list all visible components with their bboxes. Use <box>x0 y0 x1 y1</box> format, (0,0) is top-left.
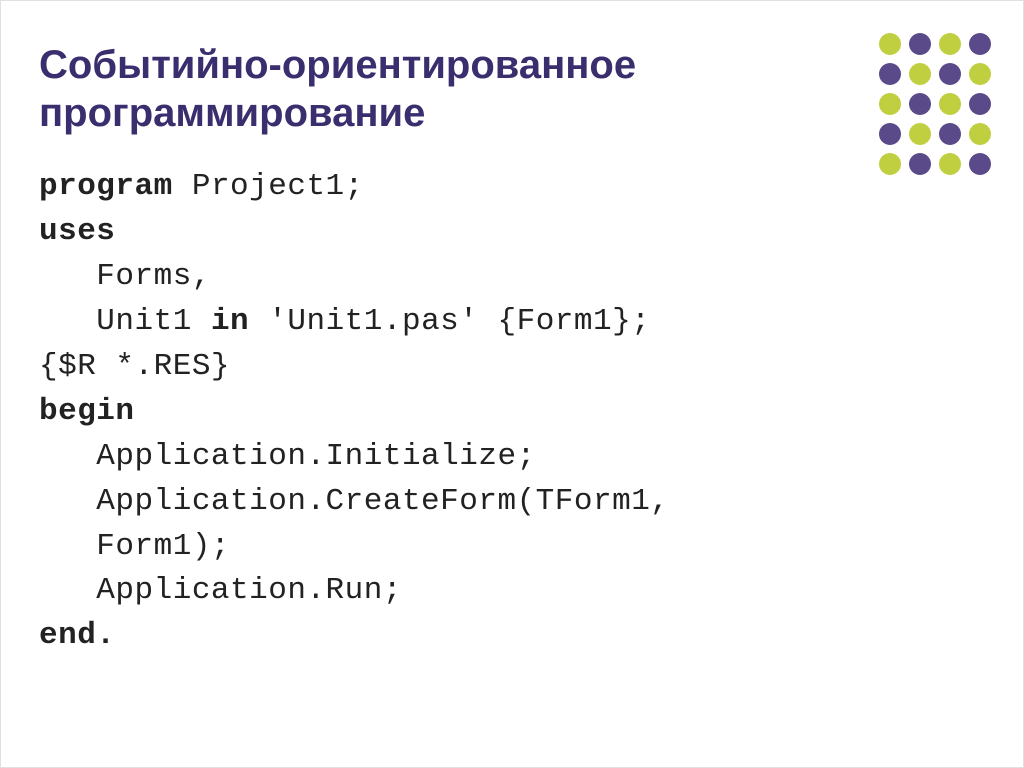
code-line: Unit1 in 'Unit1.pas' {Form1}; <box>39 300 985 345</box>
dot-icon <box>939 153 961 175</box>
dot-icon <box>879 33 901 55</box>
keyword-in: in <box>211 304 249 339</box>
code-text: 'Unit1.pas' {Form1}; <box>249 304 650 339</box>
code-line: Forms, <box>39 255 985 300</box>
dot-icon <box>879 63 901 85</box>
dot-icon <box>909 33 931 55</box>
code-text: Project1; <box>173 169 364 204</box>
dot-icon <box>909 123 931 145</box>
dot-icon <box>969 123 991 145</box>
dot-icon <box>909 63 931 85</box>
code-line: Application.Initialize; <box>39 435 985 480</box>
dot-icon <box>969 63 991 85</box>
dot-icon <box>879 123 901 145</box>
decorative-dots <box>879 33 991 175</box>
dot-icon <box>969 153 991 175</box>
dot-icon <box>879 153 901 175</box>
dot-icon <box>939 63 961 85</box>
dot-icon <box>939 33 961 55</box>
code-line: {$R *.RES} <box>39 345 985 390</box>
dot-icon <box>939 93 961 115</box>
keyword-begin: begin <box>39 390 985 435</box>
dot-icon <box>909 93 931 115</box>
code-block: program Project1; uses Forms, Unit1 in '… <box>39 165 985 659</box>
keyword-end: end. <box>39 614 985 659</box>
dot-icon <box>939 123 961 145</box>
dot-icon <box>909 153 931 175</box>
code-text: Unit1 <box>39 304 211 339</box>
code-line: Application.Run; <box>39 569 985 614</box>
keyword-program: program <box>39 169 173 204</box>
code-line: Application.CreateForm(TForm1, <box>39 480 985 525</box>
code-line: Form1); <box>39 525 985 570</box>
dot-icon <box>969 93 991 115</box>
code-line: program Project1; <box>39 165 985 210</box>
slide: Событийно-ориентированное программирован… <box>1 1 1023 767</box>
slide-title: Событийно-ориентированное программирован… <box>39 41 985 137</box>
dot-icon <box>879 93 901 115</box>
keyword-uses: uses <box>39 210 985 255</box>
dot-icon <box>969 33 991 55</box>
